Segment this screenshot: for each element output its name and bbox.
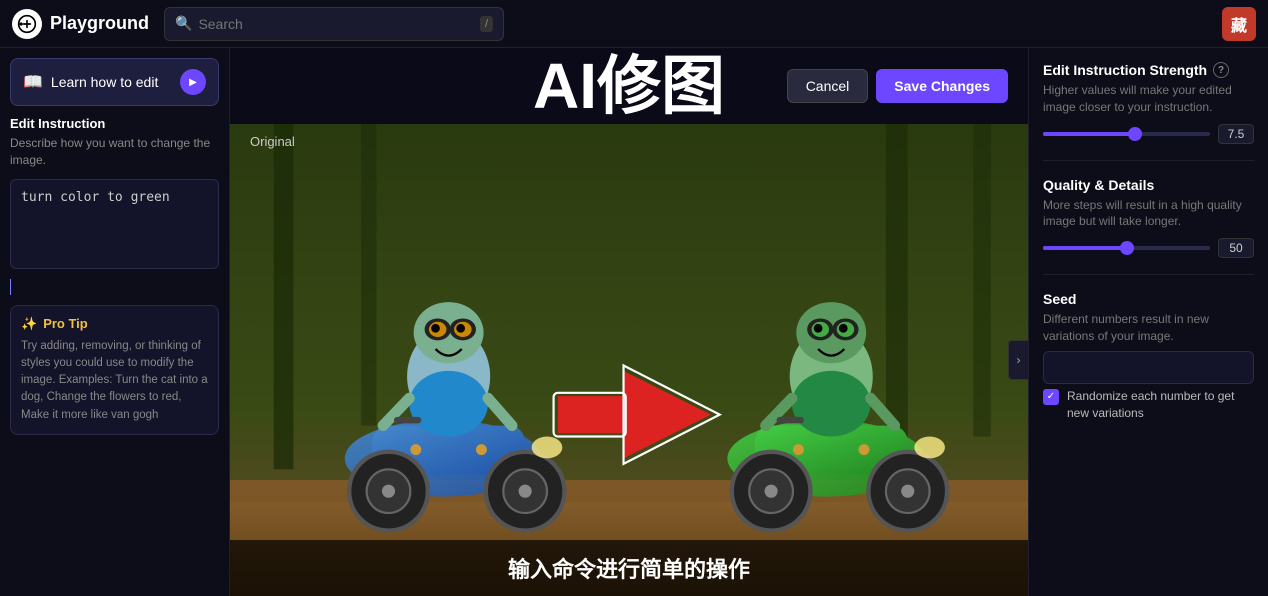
cursor-line [10,279,11,295]
edit-instruction-desc: Describe how you want to change the imag… [10,135,219,169]
center-buttons: Cancel Save Changes [787,69,1008,103]
image-display: Original [230,124,1028,596]
quality-desc: More steps will result in a high quality… [1043,197,1254,231]
learn-how-to-edit-button[interactable]: 📖 Learn how to edit ▶ [10,58,219,106]
frog-image-container [230,124,1028,596]
center-header: AI修图 Cancel Save Changes [230,48,1028,124]
randomize-row: ✓ Randomize each number to get new varia… [1043,388,1254,422]
cancel-button[interactable]: Cancel [787,69,869,103]
left-sidebar: 📖 Learn how to edit ▶ Edit Instruction D… [0,48,230,596]
bottom-caption: 输入命令进行简单的操作 [230,540,1028,596]
instruction-textarea[interactable]: turn color to green [10,179,219,269]
quality-slider-track[interactable] [1043,246,1210,250]
logo-icon [12,9,42,39]
randomize-label: Randomize each number to get new variati… [1067,388,1254,422]
strength-slider-thumb [1128,127,1142,141]
strength-desc: Higher values will make your edited imag… [1043,82,1254,116]
quality-title: Quality & Details [1043,177,1254,193]
seed-section: Seed Different numbers result in new var… [1043,291,1254,421]
seed-input[interactable] [1043,351,1254,384]
book-icon: 📖 [23,72,43,92]
randomize-checkbox[interactable]: ✓ [1043,389,1059,405]
topnav: Playground 🔍 / 藏 [0,0,1268,48]
divider-1 [1043,160,1254,161]
pro-tip-box: ✨ Pro Tip Try adding, removing, or think… [10,305,219,435]
learn-btn-label: Learn how to edit [51,74,158,90]
strength-info-icon[interactable]: ? [1213,62,1229,78]
edit-instruction-title: Edit Instruction [10,116,219,131]
search-input[interactable] [198,16,474,32]
quality-value: 50 [1218,238,1254,258]
strength-slider-row: 7.5 [1043,124,1254,144]
original-label: Original [250,134,295,149]
strength-slider-fill [1043,132,1135,136]
search-icon: 🔍 [175,15,192,32]
pro-tip-header: ✨ Pro Tip [21,316,208,332]
quality-slider-thumb [1120,241,1134,255]
logo-text: Playground [50,13,149,34]
seed-title: Seed [1043,291,1254,307]
ai-title: AI修图 [533,54,725,118]
edit-instruction-section: Edit Instruction Describe how you want t… [10,116,219,295]
logo-area: Playground [12,9,152,39]
search-shortcut: / [480,16,493,32]
right-panel: Edit Instruction Strength ? Higher value… [1028,48,1268,596]
user-avatar[interactable]: 藏 [1222,7,1256,41]
strength-title: Edit Instruction Strength ? [1043,62,1254,78]
divider-2 [1043,274,1254,275]
right-panel-toggle[interactable]: › [1008,340,1028,380]
strength-slider-track[interactable] [1043,132,1210,136]
pro-tip-text: Try adding, removing, or thinking of sty… [21,338,208,424]
strength-section: Edit Instruction Strength ? Higher value… [1043,62,1254,144]
search-bar[interactable]: 🔍 / [164,7,504,41]
quality-slider-fill [1043,246,1127,250]
strength-value: 7.5 [1218,124,1254,144]
play-button[interactable]: ▶ [180,69,206,95]
quality-slider-row: 50 [1043,238,1254,258]
frog-scene-svg [230,124,1028,596]
quality-section: Quality & Details More steps will result… [1043,177,1254,259]
center-area: AI修图 Cancel Save Changes Original [230,48,1028,596]
lightbulb-icon: ✨ [21,316,37,332]
main-layout: 📖 Learn how to edit ▶ Edit Instruction D… [0,48,1268,596]
save-changes-button[interactable]: Save Changes [876,69,1008,103]
seed-desc: Different numbers result in new variatio… [1043,311,1254,345]
